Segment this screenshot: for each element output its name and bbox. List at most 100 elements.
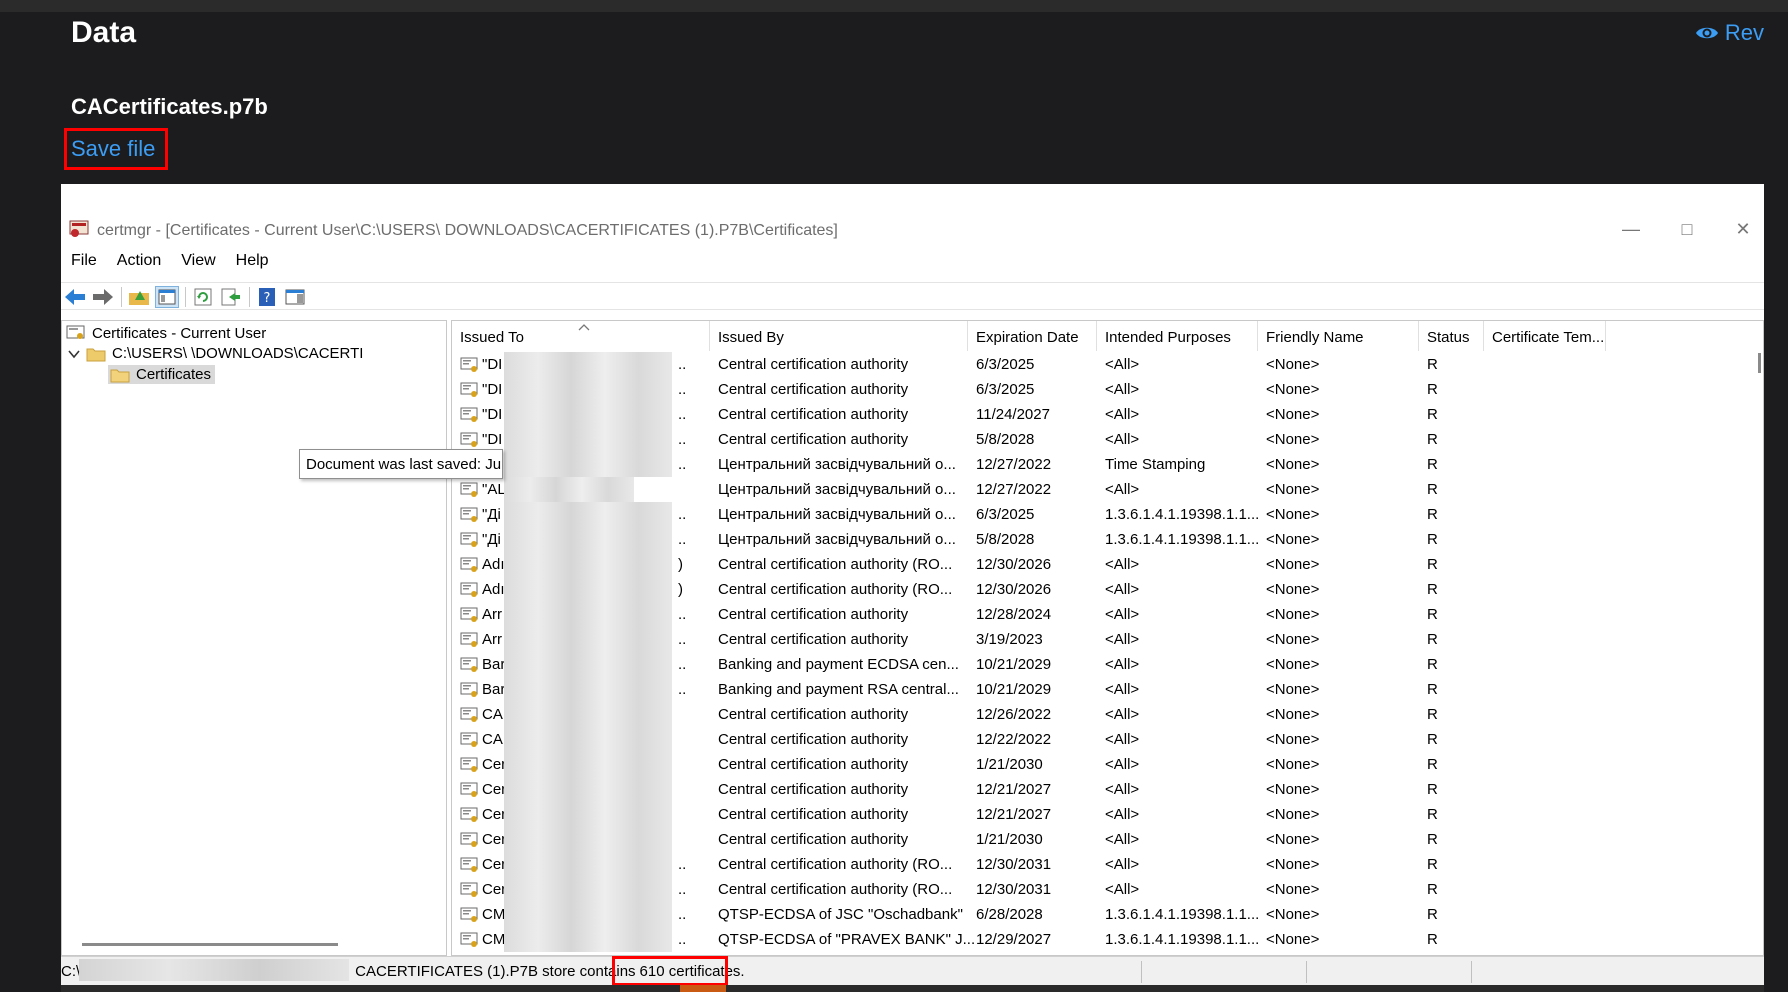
maximize-button[interactable]: □: [1661, 214, 1713, 244]
table-row[interactable]: Arr Central certification authority 12/28/…: [452, 602, 1752, 627]
intended-purposes-cell: <All>: [1105, 356, 1140, 373]
expiration-date-cell: 1/21/2030: [976, 831, 1043, 848]
table-row[interactable]: Arr Central certification authority 3/19/2…: [452, 627, 1752, 652]
certificate-icon: [460, 607, 478, 622]
friendly-name-cell: <None>: [1266, 656, 1320, 673]
table-row[interactable]: Cer Central certification authority (RO..…: [452, 852, 1752, 877]
status-cell: R: [1427, 606, 1438, 623]
issued-by-cell: Central certification authority: [718, 781, 909, 798]
issued-by-cell: Central certification authority (RO...: [718, 856, 953, 873]
status-path-prefix: C:\: [61, 963, 81, 980]
menu-help[interactable]: Help: [226, 246, 279, 274]
expiration-date-cell: 6/28/2028: [976, 906, 1043, 923]
intended-purposes-cell: <All>: [1105, 606, 1140, 623]
save-file-link[interactable]: Save file: [64, 128, 168, 170]
certificate-icon: [460, 582, 478, 597]
column-status[interactable]: Status: [1419, 321, 1484, 351]
issued-to-cell: Cer: [482, 881, 507, 898]
redacted-name: [504, 402, 672, 427]
minimize-button[interactable]: —: [1605, 214, 1657, 244]
back-arrow-icon: [65, 289, 85, 305]
menu-action[interactable]: Action: [107, 246, 171, 274]
table-row[interactable]: "DI Central certification authority 5/8/20…: [452, 427, 1752, 452]
table-row[interactable]: CM QTSP-ECDSA of JSC "Oschadbank" 6/28/202…: [452, 902, 1752, 927]
table-row[interactable]: Центральний засвідчувальний о... 12/27/20…: [452, 452, 1752, 477]
forward-button[interactable]: [91, 286, 115, 308]
table-row[interactable]: Bar Banking and payment ECDSA cen... 10/21…: [452, 652, 1752, 677]
certificate-icon: [460, 557, 478, 572]
refresh-button[interactable]: [191, 286, 215, 308]
certificate-manager-icon: [69, 220, 89, 237]
table-row[interactable]: Adı Central certification authority (RO..…: [452, 552, 1752, 577]
issued-to-cell: Cer: [482, 856, 507, 873]
table-row[interactable]: "DI Central certification authority 11/24/…: [452, 402, 1752, 427]
tree-certificates-node[interactable]: Certificates: [108, 365, 216, 384]
table-row[interactable]: "Ді Центральний засвідчувальний о... 5/8/2…: [452, 527, 1752, 552]
table-row[interactable]: Bar Banking and payment RSA central... 10/…: [452, 677, 1752, 702]
certificate-icon: [460, 832, 478, 847]
menu-file[interactable]: File: [61, 246, 107, 274]
table-row[interactable]: Cer Central certification authority 1/21/2…: [452, 827, 1752, 852]
column-expiration-date[interactable]: Expiration Date: [968, 321, 1097, 351]
certificate-icon: [460, 882, 478, 897]
action-pane-icon: [285, 289, 305, 305]
table-row[interactable]: Cer Central certification authority 12/21/…: [452, 777, 1752, 802]
status-divider: [1306, 961, 1307, 983]
issued-to-cell: CM: [482, 906, 506, 923]
certificate-icon: [460, 507, 478, 522]
issued-by-cell: Central certification authority: [718, 831, 909, 848]
tree-store-node[interactable]: C:\USERS\ \DOWNLOADS\CACERTI: [68, 345, 363, 362]
status-cell: R: [1427, 556, 1438, 573]
issued-to-suffix: ..: [678, 931, 687, 948]
close-button[interactable]: ✕: [1717, 214, 1764, 244]
issued-to-cell: Arr: [482, 631, 502, 648]
redacted-name: [504, 602, 672, 627]
table-row[interactable]: "AL Центральний засвідчувальний о... 12/27…: [452, 477, 1752, 502]
table-row[interactable]: "DI Central certification authority 6/3/20…: [452, 377, 1752, 402]
column-certificate-template[interactable]: Certificate Tem...: [1484, 321, 1606, 351]
issued-to-cell: "DI: [482, 431, 503, 448]
up-one-level-button[interactable]: [127, 286, 151, 308]
redacted-name: [504, 377, 672, 402]
table-row[interactable]: CA Central certification authority 12/22/2…: [452, 727, 1752, 752]
table-row[interactable]: CA Central certification authority 12/26/2…: [452, 702, 1752, 727]
issued-to-suffix: ..: [678, 681, 687, 698]
show-action-pane-button[interactable]: [283, 286, 307, 308]
table-row[interactable]: "DI Central certification authority 6/3/20…: [452, 352, 1752, 377]
menu-view[interactable]: View: [171, 246, 225, 274]
issued-to-suffix: ..: [678, 606, 687, 623]
redacted-name: [504, 552, 672, 577]
table-row[interactable]: CM QTSP-ECDSA of "PRAVEX BANK" J... 12/29/…: [452, 927, 1752, 952]
friendly-name-cell: <None>: [1266, 931, 1320, 948]
issued-to-suffix: ..: [678, 506, 687, 523]
back-button[interactable]: [63, 286, 87, 308]
tree-horizontal-scrollbar[interactable]: [82, 943, 338, 946]
redacted-name: [504, 652, 672, 677]
show-hide-tree-button[interactable]: [155, 286, 179, 308]
intended-purposes-cell: 1.3.6.1.4.1.19398.1.1...: [1105, 931, 1260, 948]
export-list-button[interactable]: [219, 286, 243, 308]
intended-purposes-cell: <All>: [1105, 481, 1140, 498]
expiration-date-cell: 12/27/2022: [976, 481, 1052, 498]
issued-to-cell: Adı: [482, 556, 505, 573]
issued-by-cell: Central certification authority (RO...: [718, 556, 953, 573]
table-row[interactable]: Cer Central certification authority 1/21/2…: [452, 752, 1752, 777]
expiration-date-cell: 10/21/2029: [976, 681, 1052, 698]
table-row[interactable]: Adı Central certification authority (RO..…: [452, 577, 1752, 602]
table-row[interactable]: Cer Central certification authority 12/21/…: [452, 802, 1752, 827]
column-friendly-name[interactable]: Friendly Name: [1258, 321, 1419, 351]
table-row[interactable]: Cer Central certification authority (RO..…: [452, 877, 1752, 902]
column-intended-purposes[interactable]: Intended Purposes: [1097, 321, 1258, 351]
help-button[interactable]: ?: [255, 286, 279, 308]
table-row[interactable]: "Ді Центральний засвідчувальний о... 6/3/2…: [452, 502, 1752, 527]
tree-root[interactable]: Certificates - Current User: [66, 324, 266, 342]
friendly-name-cell: <None>: [1266, 431, 1320, 448]
expiration-date-cell: 12/30/2031: [976, 856, 1052, 873]
certificate-icon: [460, 432, 478, 447]
column-issued-by[interactable]: Issued By: [710, 321, 968, 351]
review-link[interactable]: Rev: [1695, 20, 1764, 46]
list-vertical-scrollbar[interactable]: [1758, 353, 1761, 373]
certificates-store-icon: [66, 325, 85, 339]
issued-to-cell: "Ді: [482, 531, 501, 548]
intended-purposes-cell: <All>: [1105, 756, 1140, 773]
